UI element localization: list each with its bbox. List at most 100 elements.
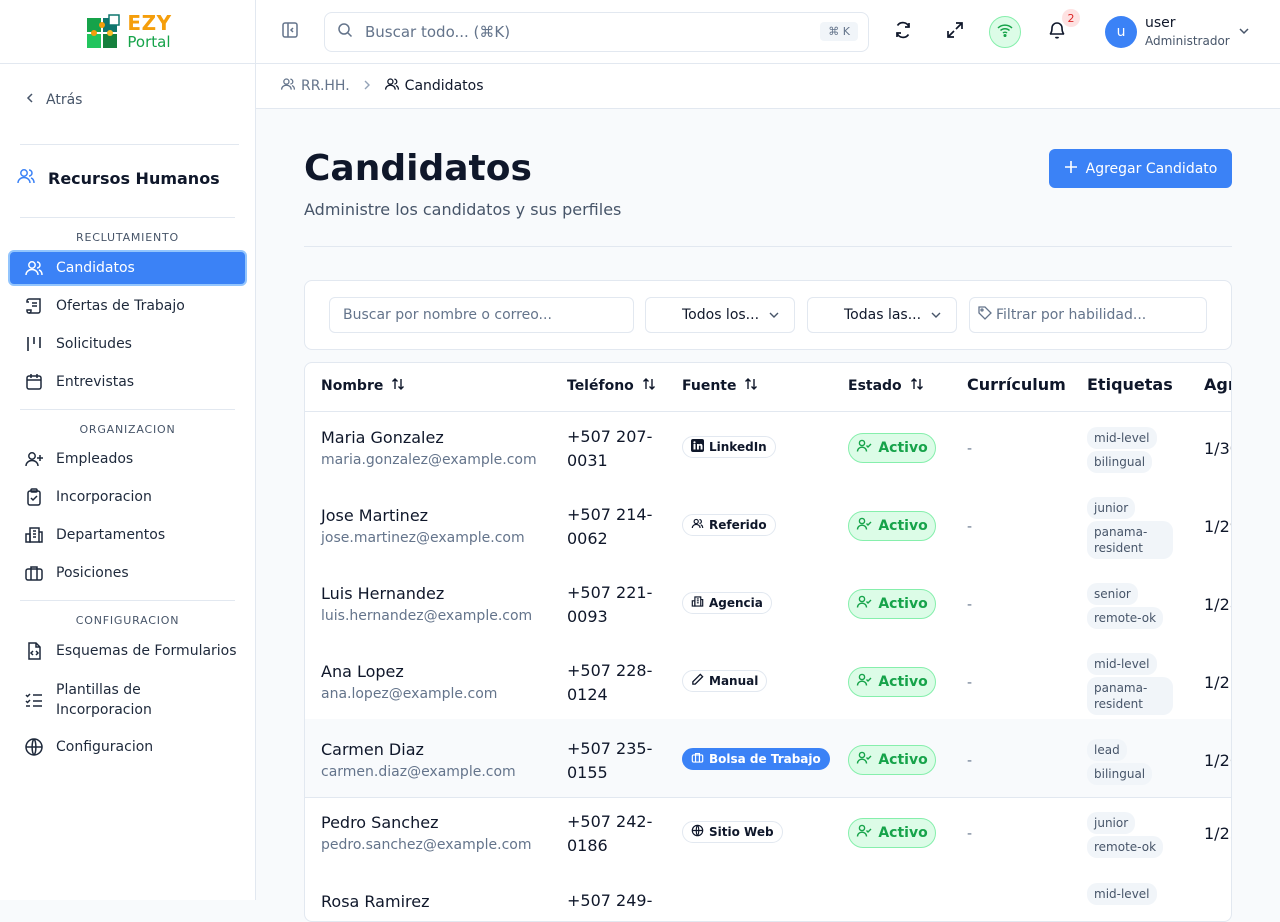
candidate-name[interactable]: Maria Gonzalez (321, 428, 444, 447)
add-candidate-label: Agregar Candidato (1085, 160, 1218, 177)
candidate-phone: +507 249- (567, 891, 653, 910)
global-search-input[interactable]: Buscar todo... (⌘K) ⌘ K (324, 12, 869, 52)
sidebar-item-label: Departamentos (56, 527, 166, 543)
source-label: Bolsa de Trabajo (709, 752, 821, 766)
back-link[interactable]: Atrás (24, 92, 82, 108)
sidebar-item-empleados[interactable]: Empleados (8, 441, 247, 477)
sidebar-toggle-button[interactable] (274, 16, 306, 48)
column-header-fuente[interactable]: Fuente (682, 377, 758, 395)
status-label: Activo (878, 596, 928, 612)
users-icon (384, 76, 400, 96)
search-placeholder: Buscar todo... (⌘K) (365, 23, 511, 41)
candidate-search-input[interactable]: Buscar por nombre o correo... (329, 297, 634, 333)
table-row[interactable]: Rosa Ramirez +507 249- mid-level (305, 876, 1231, 921)
user-role: Administrador (1145, 34, 1230, 48)
status-badge: Activo (848, 667, 936, 697)
column-label: Estado (848, 378, 902, 394)
candidate-name[interactable]: Carmen Diaz (321, 740, 424, 759)
column-header-curriculum: Currículum (967, 375, 1066, 394)
candidate-phone: +507 235-0155 (567, 739, 653, 782)
breadcrumb-label: RR.HH. (301, 78, 350, 94)
tag-chip: senior (1087, 583, 1138, 605)
sidebar-item-label: Incorporacion (56, 489, 152, 505)
table-row[interactable]: Maria Gonzalez maria.gonzalez@example.co… (305, 412, 1231, 490)
candidate-name[interactable]: Pedro Sanchez (321, 813, 438, 832)
column-header-etiquetas: Etiquetas (1087, 375, 1173, 394)
sidebar-item-entrevistas[interactable]: Entrevistas (8, 364, 247, 400)
users-icon (280, 76, 296, 96)
breadcrumb: RR.HH. Candidatos (256, 64, 1280, 109)
status-badge: Activo (848, 818, 936, 848)
source-badge: Sitio Web (682, 821, 783, 843)
sort-icon (642, 377, 656, 395)
candidate-phone: +507 214-0062 (567, 505, 653, 548)
sidebar-item-esquemas[interactable]: Esquemas de Formularios (8, 633, 247, 669)
tag-chip: junior (1087, 812, 1136, 834)
candidate-name[interactable]: Rosa Ramirez (321, 892, 429, 911)
sidebar-item-solicitudes[interactable]: Solicitudes (8, 326, 247, 362)
search-placeholder: Buscar por nombre o correo... (343, 307, 552, 323)
add-candidate-button[interactable]: Agregar Candidato (1049, 149, 1232, 188)
table-row[interactable]: Jose Martinez jose.martinez@example.com … (305, 490, 1231, 568)
list-checks-icon (24, 690, 44, 710)
columns-icon (24, 334, 44, 354)
source-select[interactable]: Todas las... (807, 297, 957, 333)
added-date: 1/29 (1204, 517, 1231, 536)
user-plus-icon (24, 449, 44, 469)
candidate-phone: +507 242-0186 (567, 812, 653, 855)
section-title: ORGANIZACION (79, 423, 176, 436)
status-select[interactable]: Todos los... (645, 297, 795, 333)
source-label: Manual (709, 674, 759, 688)
skill-filter-placeholder: Filtrar por habilidad... (996, 307, 1147, 323)
column-header-nombre[interactable]: Nombre (321, 377, 405, 395)
breadcrumb-item-rrhh[interactable]: RR.HH. (280, 76, 350, 96)
sidebar-item-posiciones[interactable]: Posiciones (8, 555, 247, 591)
refresh-icon (893, 20, 913, 44)
scroll-icon (24, 296, 44, 316)
sidebar-item-candidatos[interactable]: Candidatos (8, 250, 247, 286)
candidate-email: pedro.sanchez@example.com (321, 837, 532, 853)
connection-status-button[interactable] (989, 16, 1021, 48)
user-menu-button[interactable] (1228, 16, 1260, 48)
column-header-agregado: Agre (1204, 375, 1231, 394)
building-icon (691, 595, 704, 611)
table-row[interactable]: Pedro Sanchez pedro.sanchez@example.com … (305, 798, 1231, 876)
topbar: Buscar todo... (⌘K) ⌘ K 2 u user Adminis… (256, 0, 1280, 64)
user-name[interactable]: user (1145, 15, 1176, 31)
sidebar-item-departamentos[interactable]: Departamentos (8, 517, 247, 553)
curriculum-value: - (967, 826, 973, 842)
status-badge: Activo (848, 745, 936, 775)
refresh-button[interactable] (887, 16, 919, 48)
filter-bar: Buscar por nombre o correo... Todos los.… (304, 280, 1232, 350)
candidate-name[interactable]: Luis Hernandez (321, 584, 444, 603)
user-check-icon (856, 594, 872, 614)
sidebar-item-ofertas[interactable]: Ofertas de Trabajo (8, 288, 247, 324)
notification-count-badge: 2 (1062, 9, 1080, 27)
added-date: 1/30 (1204, 439, 1231, 458)
brand-logo[interactable]: EZY Portal (0, 0, 255, 64)
sidebar-item-incorporacion[interactable]: Incorporacion (8, 479, 247, 515)
avatar[interactable]: u (1105, 16, 1137, 48)
source-badge: Agencia (682, 592, 772, 614)
table-row[interactable]: Carmen Diaz carmen.diaz@example.com +507… (305, 719, 1231, 798)
column-header-estado[interactable]: Estado (848, 377, 924, 395)
column-header-telefono[interactable]: Teléfono (567, 377, 656, 395)
table-row[interactable]: Ana Lopez ana.lopez@example.com +507 228… (305, 646, 1231, 724)
table-row[interactable]: Luis Hernandez luis.hernandez@example.co… (305, 568, 1231, 646)
user-check-icon (856, 750, 872, 770)
status-select-value: Todos los... (682, 307, 760, 323)
fullscreen-button[interactable] (939, 16, 971, 48)
candidate-name[interactable]: Ana Lopez (321, 662, 404, 681)
sidebar-item-configuracion[interactable]: Configuracion (8, 729, 247, 765)
breadcrumb-item-current: Candidatos (384, 76, 484, 96)
candidate-email: jose.martinez@example.com (321, 530, 525, 546)
candidate-name[interactable]: Jose Martinez (321, 506, 428, 525)
tag-icon (978, 306, 992, 324)
skill-filter-input[interactable]: Filtrar por habilidad... (969, 297, 1207, 333)
candidate-email: carmen.diaz@example.com (321, 764, 516, 780)
column-label: Teléfono (567, 378, 634, 394)
added-date: 1/25 (1204, 824, 1231, 843)
candidate-email: maria.gonzalez@example.com (321, 452, 537, 468)
sidebar-item-plantillas[interactable]: Plantillas de Incorporacion (8, 678, 247, 722)
status-label: Activo (878, 825, 928, 841)
